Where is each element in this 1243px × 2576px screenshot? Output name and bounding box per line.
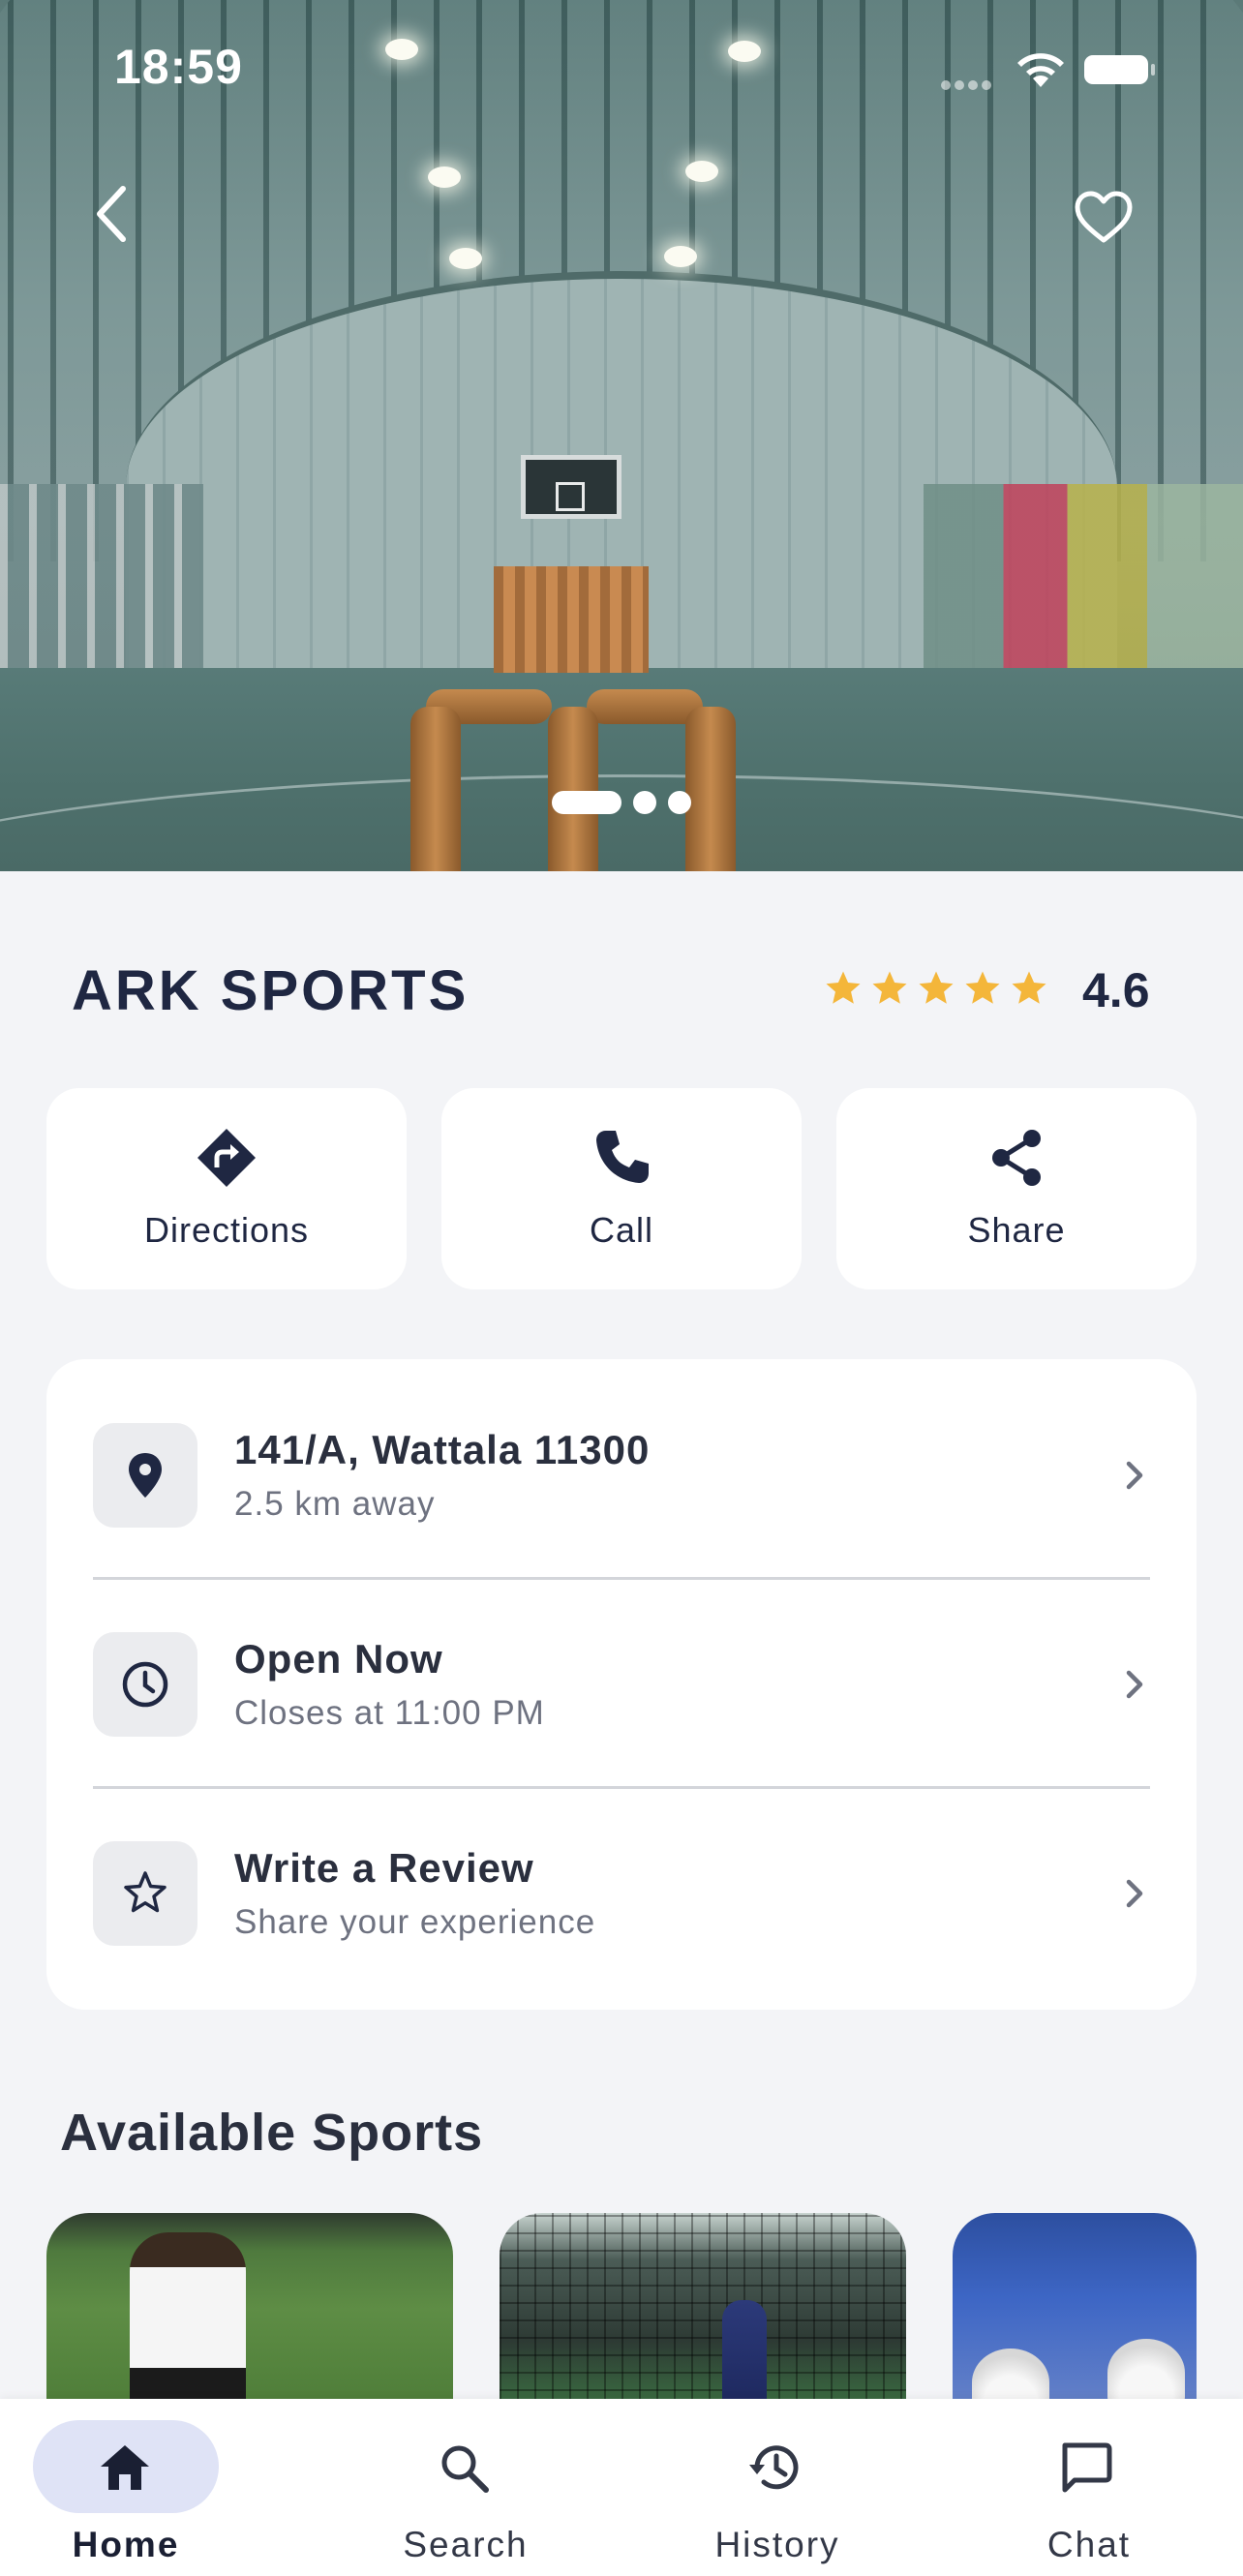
review-icon-box — [93, 1841, 197, 1946]
address-row[interactable]: 141/A, Wattala 11300 2.5 km away — [46, 1359, 1197, 1568]
review-title: Write a Review — [234, 1845, 534, 1891]
nav-search[interactable]: Search — [345, 2399, 577, 2576]
address-distance: 2.5 km away — [234, 1485, 436, 1523]
hero-image[interactable]: 18:59 — [0, 0, 1243, 871]
cricket-net-image — [500, 2213, 906, 2426]
back-door — [494, 566, 649, 673]
review-row[interactable]: Write a Review Share your experience — [46, 1777, 1197, 1986]
football-player-image — [130, 2232, 246, 2426]
review-subtitle: Share your experience — [234, 1903, 596, 1941]
home-icon — [101, 2445, 149, 2490]
bottom-navigation: Home Search History Chat — [0, 2399, 1243, 2576]
call-button[interactable]: Call — [441, 1088, 802, 1289]
rating-value: 4.6 — [1082, 963, 1150, 1017]
location-pin-icon — [129, 1453, 162, 1498]
pager-dot[interactable] — [633, 791, 656, 814]
pager-dot-active[interactable] — [552, 791, 622, 814]
venue-name: ARK SPORTS — [72, 959, 470, 1022]
search-icon — [441, 2445, 489, 2493]
left-wall — [0, 484, 203, 687]
wifi-icon — [1017, 53, 1064, 87]
share-icon — [992, 1130, 1041, 1186]
pager-dot[interactable] — [668, 791, 691, 814]
available-sports-title: Available Sports — [60, 2104, 484, 2162]
cricket-stump — [410, 707, 461, 871]
chevron-right-icon — [1126, 1461, 1143, 1490]
back-button[interactable] — [79, 182, 143, 246]
address-title: 141/A, Wattala 11300 — [234, 1427, 651, 1472]
star-icon — [919, 971, 954, 1004]
star-outline-icon — [124, 1871, 167, 1913]
basketball-hoop — [556, 482, 585, 511]
roof-light — [685, 161, 718, 182]
chevron-left-icon — [97, 186, 126, 242]
hours-row[interactable]: Open Now Closes at 11:00 PM — [46, 1568, 1197, 1777]
battery-icon — [1084, 55, 1155, 84]
nav-home-label: Home — [72, 2525, 180, 2564]
nav-search-label: Search — [403, 2525, 529, 2564]
roof-light — [449, 248, 482, 269]
hours-closing: Closes at 11:00 PM — [234, 1694, 545, 1732]
roof-light — [428, 167, 461, 188]
directions-label: Directions — [143, 1210, 310, 1250]
address-icon-box — [93, 1423, 197, 1528]
venue-info-card: 141/A, Wattala 11300 2.5 km away Open No… — [46, 1359, 1197, 2010]
heart-icon — [1075, 191, 1133, 243]
star-icon — [872, 971, 907, 1004]
shuttlecock-image — [1107, 2339, 1185, 2407]
cricket-stump — [548, 707, 598, 871]
chevron-right-icon — [1126, 1670, 1143, 1699]
favorite-button[interactable] — [1071, 186, 1137, 248]
star-icon — [1012, 971, 1046, 1004]
image-pager[interactable] — [552, 790, 691, 815]
nav-history[interactable]: History — [656, 2399, 889, 2576]
chevron-right-icon — [1126, 1879, 1143, 1908]
chat-icon — [1062, 2442, 1112, 2493]
sport-card-cricket[interactable] — [500, 2213, 906, 2426]
status-time: 18:59 — [114, 40, 243, 94]
sport-card-badminton[interactable] — [953, 2213, 1197, 2426]
sport-card-football[interactable] — [46, 2213, 453, 2426]
status-bar: 18:59 — [0, 0, 1243, 136]
signal-icon — [941, 77, 1001, 90]
history-icon — [749, 2445, 799, 2490]
call-label: Call — [589, 1210, 653, 1250]
share-button[interactable]: Share — [836, 1088, 1197, 1289]
nav-chat[interactable]: Chat — [968, 2399, 1200, 2576]
cricket-stump — [685, 707, 736, 871]
share-label: Share — [967, 1210, 1066, 1250]
nav-home[interactable]: Home — [33, 2399, 265, 2576]
roof-light — [664, 246, 697, 267]
phone-icon — [596, 1131, 649, 1183]
star-icon — [965, 971, 1000, 1004]
hours-icon-box — [93, 1632, 197, 1737]
nav-history-label: History — [714, 2525, 840, 2564]
star-icon — [826, 971, 861, 1004]
rating-stars — [823, 968, 1049, 1009]
directions-button[interactable]: Directions — [46, 1088, 407, 1289]
clock-icon — [122, 1661, 168, 1708]
nav-chat-label: Chat — [1046, 2525, 1132, 2564]
directions-icon — [197, 1129, 256, 1187]
right-wall — [924, 484, 1243, 687]
hours-status: Open Now — [234, 1636, 443, 1682]
